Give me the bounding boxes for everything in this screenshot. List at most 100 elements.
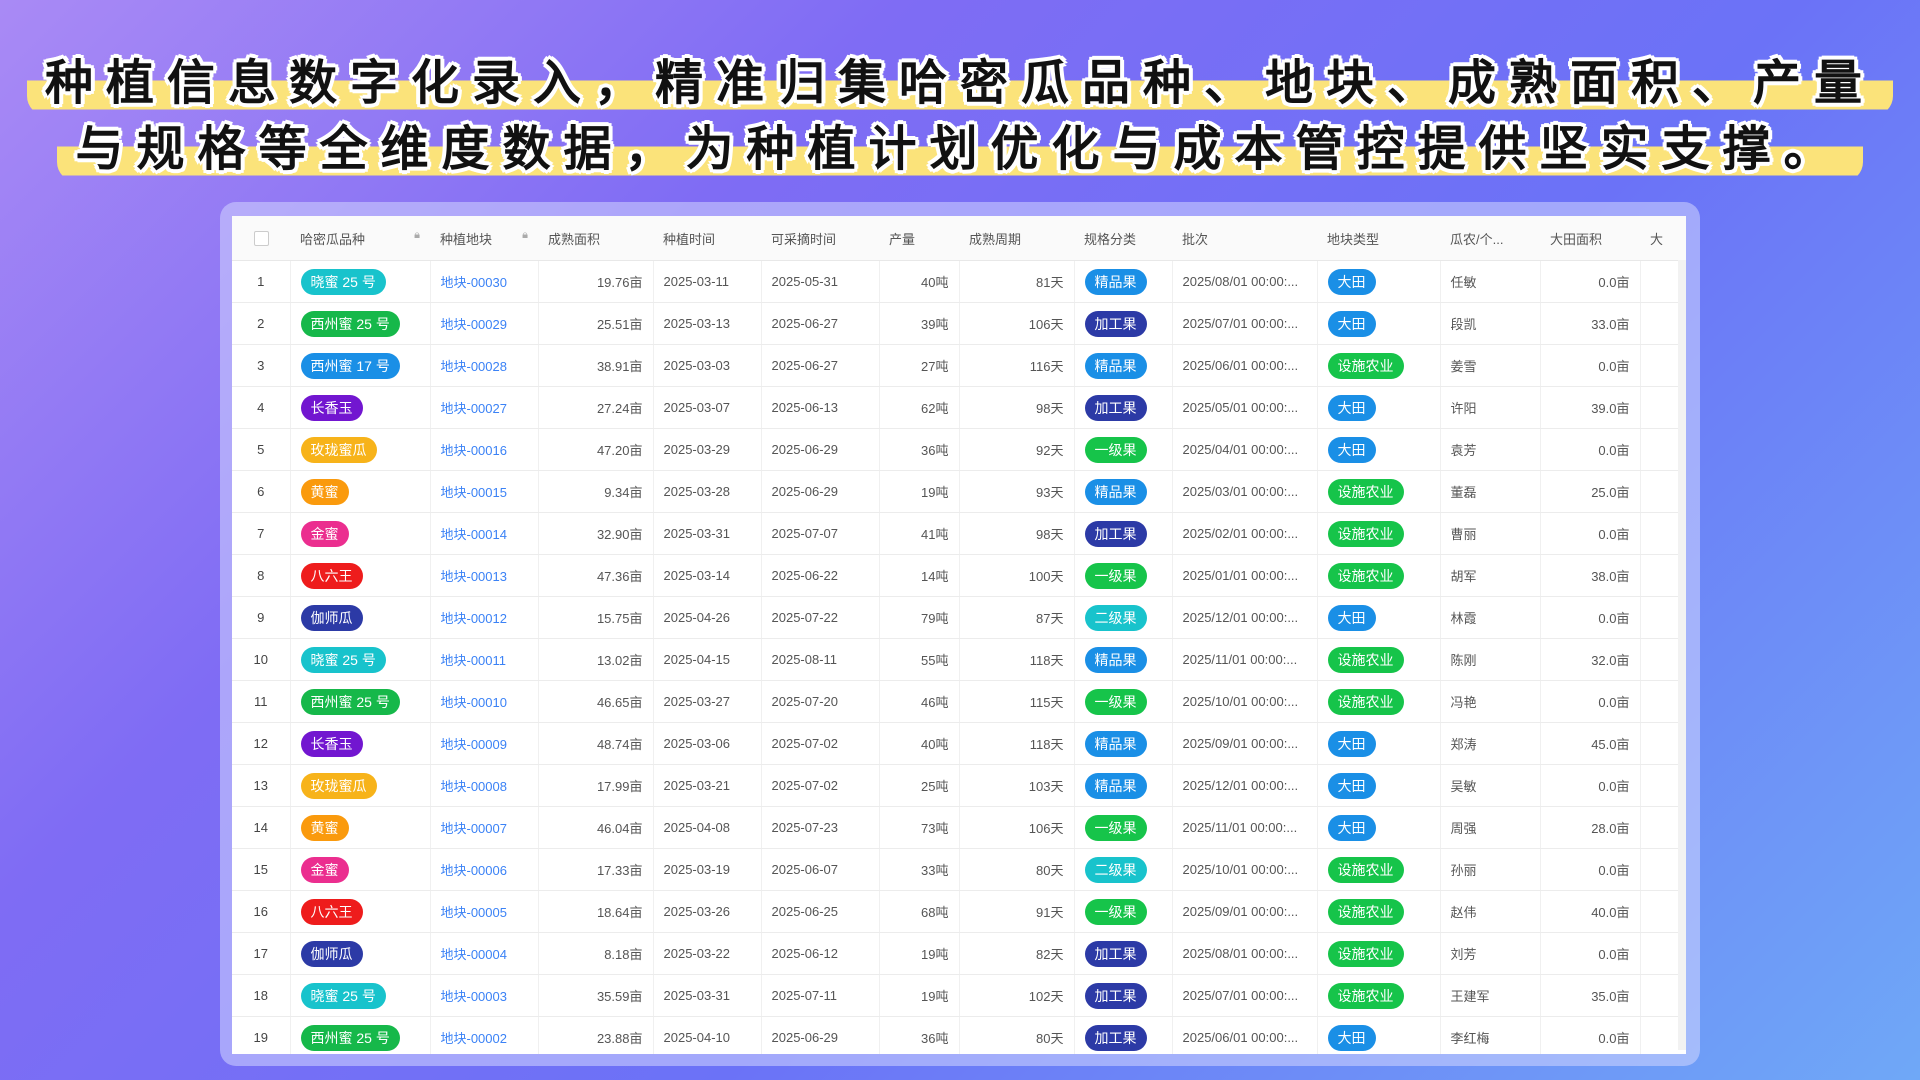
table-row[interactable]: 14 黄蜜 地块-00007 46.04亩 2025-04-08 2025-07-23 73… (232, 806, 1686, 849)
table-row[interactable]: 9 伽师瓜 地块-00012 15.75亩 2025-04-26 2025-07-22 79… (232, 596, 1686, 639)
plot-link[interactable]: 地块-00010 (430, 680, 539, 723)
table-row[interactable]: 16 八六王 地块-00005 18.64亩 2025-03-26 2025-06-25 6… (232, 890, 1686, 933)
spec-tag-cell: 加工果 (1074, 302, 1173, 345)
plot-type-tag: 设施农业 (1327, 688, 1404, 715)
col-header-field-area[interactable]: 大田面积 (1540, 216, 1640, 261)
plot-link[interactable]: 地块-00013 (430, 554, 539, 597)
col-header-spec[interactable]: 规格分类 (1074, 216, 1172, 261)
col-header-batch[interactable]: 批次 (1172, 216, 1317, 261)
plot-link[interactable]: 地块-00002 (430, 1016, 539, 1054)
vertical-scrollbar[interactable] (1678, 260, 1686, 1050)
plot-type-tag-cell: 大田 (1317, 302, 1441, 345)
plot-link[interactable]: 地块-00028 (430, 344, 539, 387)
batch-cell: 2025/12/01 00:00:... (1172, 764, 1318, 807)
plot-type-tag-cell: 设施农业 (1317, 470, 1441, 513)
plot-link[interactable]: 地块-00009 (430, 722, 539, 765)
plot-type-tag: 大田 (1327, 772, 1376, 799)
plant-date-cell: 2025-04-26 (653, 596, 762, 639)
spec-tag: 加工果 (1084, 394, 1147, 421)
table-row[interactable]: 12 长香玉 地块-00009 48.74亩 2025-03-06 2025-07-02 4… (232, 722, 1686, 765)
table-row[interactable]: 10 晓蜜 25 号 地块-00011 13.02亩 2025-04-15 2025-08… (232, 638, 1686, 681)
variety-tag-cell: 八六王 (290, 554, 431, 597)
plot-type-tag-cell: 大田 (1317, 764, 1441, 807)
area-cell: 32.90亩 (538, 512, 654, 555)
spec-tag-cell: 一级果 (1074, 554, 1173, 597)
table-body: 1 晓蜜 25 号 地块-00030 19.76亩 2025-03-11 2025-05-… (232, 260, 1686, 1054)
table-row[interactable]: 1 晓蜜 25 号 地块-00030 19.76亩 2025-03-11 2025-05-… (232, 260, 1686, 303)
row-number-cell: 14 (232, 806, 291, 849)
plot-link[interactable]: 地块-00011 (430, 638, 539, 681)
plot-link[interactable]: 地块-00004 (430, 932, 539, 975)
field-area-cell: 25.0亩 (1540, 470, 1641, 513)
field-area-cell: 0.0亩 (1540, 1016, 1641, 1054)
plot-type-tag-cell: 设施农业 (1317, 512, 1441, 555)
variety-tag: 长香玉 (300, 730, 363, 757)
col-header-truncated[interactable]: 大 (1640, 216, 1686, 261)
plot-link[interactable]: 地块-00003 (430, 974, 539, 1017)
plot-type-tag: 设施农业 (1327, 646, 1404, 673)
spec-tag-cell: 加工果 (1074, 386, 1173, 429)
spec-tag: 一级果 (1084, 898, 1147, 925)
row-number-cell: 2 (232, 302, 291, 345)
harvest-date-cell: 2025-07-23 (761, 806, 880, 849)
spec-tag-cell: 加工果 (1074, 974, 1173, 1017)
plant-date-cell: 2025-03-26 (653, 890, 762, 933)
col-header-plant-date[interactable]: 种植时间 (653, 216, 761, 261)
plot-link[interactable]: 地块-00008 (430, 764, 539, 807)
plot-link[interactable]: 地块-00014 (430, 512, 539, 555)
plot-type-tag: 大田 (1327, 268, 1376, 295)
table-row[interactable]: 13 玫珑蜜瓜 地块-00008 17.99亩 2025-03-21 2025-07-02… (232, 764, 1686, 807)
table-row[interactable]: 11 西州蜜 25 号 地块-00010 46.65亩 2025-03-27 2025-0… (232, 680, 1686, 723)
table-row[interactable]: 15 金蜜 地块-00006 17.33亩 2025-03-19 2025-06-07 33… (232, 848, 1686, 891)
field-area-cell: 33.0亩 (1540, 302, 1641, 345)
variety-tag-cell: 金蜜 (290, 848, 431, 891)
table-row[interactable]: 2 西州蜜 25 号 地块-00029 25.51亩 2025-03-13 2025-06… (232, 302, 1686, 345)
variety-tag-cell: 西州蜜 25 号 (290, 302, 431, 345)
select-all-checkbox[interactable] (253, 231, 269, 247)
table-row[interactable]: 3 西州蜜 17 号 地块-00028 38.91亩 2025-03-03 2025-06… (232, 344, 1686, 387)
spec-tag-cell: 加工果 (1074, 932, 1173, 975)
col-header-area[interactable]: 成熟面积 (538, 216, 653, 261)
cycle-cell: 118天 (959, 638, 1075, 681)
table-row[interactable]: 17 伽师瓜 地块-00004 8.18亩 2025-03-22 2025-06-12 19… (232, 932, 1686, 975)
col-header-variety[interactable]: 哈密瓜品种 🔒︎ (290, 216, 430, 261)
spec-tag-cell: 一级果 (1074, 806, 1173, 849)
table-row[interactable]: 18 晓蜜 25 号 地块-00003 35.59亩 2025-03-31 2025-07… (232, 974, 1686, 1017)
plot-link[interactable]: 地块-00016 (430, 428, 539, 471)
table-row[interactable]: 5 玫珑蜜瓜 地块-00016 47.20亩 2025-03-29 2025-06-29 3… (232, 428, 1686, 471)
yield-cell: 36吨 (879, 428, 960, 471)
table-row[interactable]: 6 黄蜜 地块-00015 9.34亩 2025-03-28 2025-06-29 19吨 9… (232, 470, 1686, 513)
variety-tag: 伽师瓜 (300, 940, 363, 967)
table-row[interactable]: 19 西州蜜 25 号 地块-00002 23.88亩 2025-04-10 2025-0… (232, 1016, 1686, 1054)
spec-tag-cell: 精品果 (1074, 260, 1173, 303)
variety-tag-cell: 西州蜜 25 号 (290, 1016, 431, 1054)
col-header-plot[interactable]: 种植地块 🔒︎ (430, 216, 538, 261)
plot-link[interactable]: 地块-00006 (430, 848, 539, 891)
col-header-harvest-date[interactable]: 可采摘时间 (761, 216, 879, 261)
table-row[interactable]: 4 长香玉 地块-00027 27.24亩 2025-03-07 2025-06-13 62… (232, 386, 1686, 429)
field-area-cell: 45.0亩 (1540, 722, 1641, 765)
spec-tag: 二级果 (1084, 604, 1147, 631)
select-all-checkbox-cell[interactable] (232, 216, 290, 261)
harvest-date-cell: 2025-07-20 (761, 680, 880, 723)
col-header-cycle[interactable]: 成熟周期 (959, 216, 1074, 261)
plot-type-tag: 设施农业 (1327, 856, 1404, 883)
plot-link[interactable]: 地块-00015 (430, 470, 539, 513)
plot-link[interactable]: 地块-00007 (430, 806, 539, 849)
farmer-cell: 袁芳 (1440, 428, 1541, 471)
plot-link[interactable]: 地块-00027 (430, 386, 539, 429)
table-row[interactable]: 8 八六王 地块-00013 47.36亩 2025-03-14 2025-06-22 14… (232, 554, 1686, 597)
batch-cell: 2025/09/01 00:00:... (1172, 890, 1318, 933)
table-row[interactable]: 7 金蜜 地块-00014 32.90亩 2025-03-31 2025-07-07 41吨… (232, 512, 1686, 555)
col-header-farmer[interactable]: 瓜农/个... (1440, 216, 1540, 261)
plot-link[interactable]: 地块-00029 (430, 302, 539, 345)
spec-tag: 一级果 (1084, 688, 1147, 715)
plot-link[interactable]: 地块-00012 (430, 596, 539, 639)
col-header-yield[interactable]: 产量 (879, 216, 959, 261)
plot-link[interactable]: 地块-00005 (430, 890, 539, 933)
spec-tag-cell: 精品果 (1074, 344, 1173, 387)
plot-link[interactable]: 地块-00030 (430, 260, 539, 303)
spec-tag-cell: 一级果 (1074, 680, 1173, 723)
col-header-plot-type[interactable]: 地块类型 (1317, 216, 1440, 261)
plant-date-cell: 2025-03-14 (653, 554, 762, 597)
